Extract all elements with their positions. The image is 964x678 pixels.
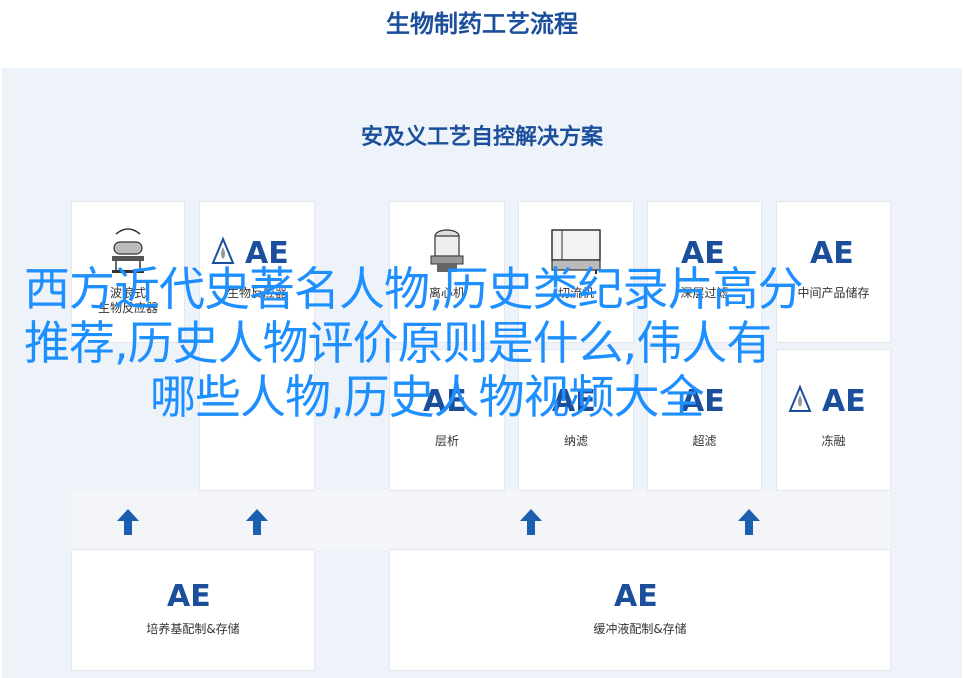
card-ultrafiltration: AE 超滤 (648, 350, 761, 490)
page-title: 生物制药工艺流程 (386, 10, 578, 38)
card-depth-filter: AE 深层过滤 (648, 202, 761, 342)
card-label: 冻融 (821, 434, 846, 448)
svg-text:AE: AE (614, 579, 658, 610)
ae-logo-icon: AE (677, 222, 733, 280)
ae-logo-icon: AE (548, 370, 604, 428)
card-nanofiltration: AE 纳滤 (519, 350, 633, 490)
arrow-up-icon (117, 509, 139, 535)
ae-logo-icon: AE (211, 222, 303, 280)
card-media-prep: AE 培养基配制&存储 (72, 550, 314, 670)
card-label: 缓冲液配制&存储 (593, 622, 687, 636)
card-freeze-thaw: AE 冻融 (777, 350, 890, 490)
card-wave-reactor: 波浪式 生物反应器 (72, 202, 184, 342)
wave-reactor-icon (108, 222, 148, 280)
card-chromatography: AE 层析 (390, 350, 504, 490)
card-centrifuge: 离心机 (390, 202, 504, 342)
ae-logo-icon: AE (163, 570, 223, 616)
svg-text:AE: AE (681, 236, 725, 267)
ae-logo-icon: AE (610, 570, 670, 616)
card-label: 培养基配制&存储 (146, 622, 240, 636)
card-label: 离心机 (428, 286, 465, 300)
card-label: 波浪式 (109, 286, 146, 300)
card-label: 纳滤 (563, 434, 588, 448)
svg-text:AE: AE (552, 384, 596, 415)
centrifuge-icon (427, 222, 467, 280)
svg-text:AE: AE (681, 384, 725, 415)
arrow-up-icon (520, 509, 542, 535)
card-filter-machine: 切流机 (519, 202, 633, 342)
filter-machine-icon (548, 222, 604, 280)
card-bioreactor: AE 生物反应器 (200, 202, 314, 490)
ae-logo-icon: AE (419, 370, 475, 428)
card-label: 深层过滤 (680, 286, 729, 300)
ae-logo-icon: AE (677, 370, 733, 428)
card-label: 切流机 (557, 286, 594, 300)
card-label: 生物反应器 (97, 301, 158, 315)
svg-text:AE: AE (810, 236, 854, 267)
svg-text:AE: AE (423, 384, 467, 415)
arrow-up-icon (246, 509, 268, 535)
ae-logo-icon: AE (788, 370, 880, 428)
diagram-subtitle: 安及义工艺自控解决方案 (360, 125, 603, 150)
card-label: 超滤 (692, 434, 717, 448)
card-buffer-prep: AE 缓冲液配制&存储 (390, 550, 890, 670)
ae-logo-icon: AE (806, 222, 862, 280)
arrow-band (72, 490, 890, 550)
svg-text:AE: AE (167, 579, 211, 610)
card-intermediate-storage: AE 中间产品储存 (777, 202, 890, 342)
card-label: 中间产品储存 (797, 286, 870, 300)
card-label: 层析 (434, 434, 459, 448)
svg-text:AE: AE (245, 236, 289, 267)
arrow-up-icon (738, 509, 760, 535)
svg-text:AE: AE (822, 384, 866, 415)
card-label: 生物反应器 (226, 286, 287, 300)
